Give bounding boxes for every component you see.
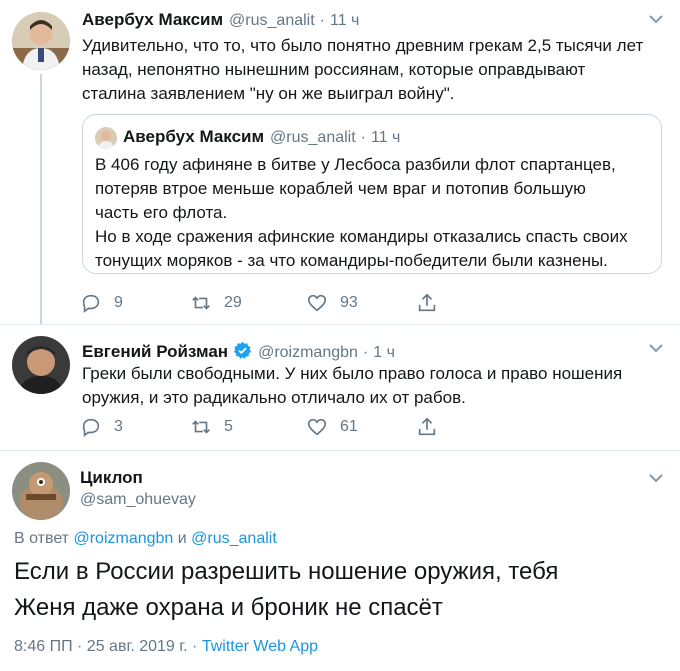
reply-icon — [82, 418, 100, 437]
author-name[interactable]: Евгений Ройзман — [82, 342, 228, 362]
reply-button[interactable]: 3 — [80, 416, 123, 438]
avatar-photo-icon — [95, 127, 117, 149]
retweet-icon — [192, 296, 210, 310]
thread-line-1 — [40, 74, 42, 324]
tweet1-header: Авербух Максим @rus_analit · 11 ч — [82, 10, 360, 30]
tweet3-text: Если в России разрешить ношение оружия, … — [14, 558, 559, 621]
author-handle[interactable]: @rus_analit — [229, 12, 315, 30]
author-handle[interactable]: @sam_ohuevay — [80, 491, 196, 509]
quote-author-handle: @rus_analit — [270, 129, 356, 146]
like-count: 93 — [340, 294, 358, 311]
heart-icon — [307, 418, 327, 436]
divider — [0, 324, 680, 325]
replying-to: В ответ @roizmangbn и @rus_analit — [14, 530, 277, 547]
source-app-link[interactable]: Twitter Web App — [202, 638, 318, 655]
avatar-tsiklop[interactable] — [12, 462, 70, 520]
retweet-count: 29 — [224, 294, 242, 311]
mention-link[interactable]: @rus_analit — [191, 530, 277, 547]
like-button[interactable]: 61 — [306, 416, 358, 438]
chevron-down-icon[interactable] — [648, 14, 664, 24]
divider — [0, 450, 680, 451]
tweet3-handle-row: @sam_ohuevay — [74, 491, 196, 509]
retweet-count: 5 — [224, 418, 233, 435]
reply-count: 3 — [114, 418, 123, 435]
quote-text: В 406 году афиняне в битве у Лесбоса раз… — [95, 155, 628, 270]
quote-author-name: Авербух Максим — [123, 127, 265, 146]
tweet3-meta: 8:46 ПП · 25 авг. 2019 г. · Twitter Web … — [14, 638, 318, 656]
share-button[interactable] — [416, 292, 438, 314]
author-name[interactable]: Авербух Максим — [82, 10, 223, 30]
retweet-button[interactable]: 5 — [190, 416, 233, 438]
quote-avatar — [95, 127, 117, 149]
avatar-photo-icon — [12, 462, 70, 520]
mention-link[interactable]: @roizmangbn — [73, 530, 173, 547]
reply-count: 9 — [114, 294, 123, 311]
reply-button[interactable]: 9 — [80, 292, 123, 314]
avatar-roizman[interactable] — [12, 336, 70, 394]
heart-icon — [307, 294, 327, 312]
retweet-button[interactable]: 29 — [190, 292, 242, 314]
like-count: 61 — [340, 418, 358, 435]
quote-header: Авербух Максим @rus_analit · 11 ч — [123, 127, 401, 146]
tweet3-header: Циклоп — [80, 468, 143, 488]
verified-badge-icon — [233, 341, 252, 359]
share-button[interactable] — [416, 416, 438, 438]
author-handle[interactable]: @roizmangbn — [258, 344, 358, 362]
chevron-down-icon[interactable] — [648, 473, 664, 483]
retweet-icon — [192, 420, 210, 434]
avatar-photo-icon — [12, 12, 70, 70]
tweet-time[interactable]: 11 ч — [330, 12, 359, 30]
quote-time: 11 ч — [371, 129, 401, 146]
avatar-photo-icon — [12, 336, 70, 394]
quoted-tweet[interactable]: Авербух Максим @rus_analit · 11 ч В 406 … — [82, 114, 662, 274]
like-button[interactable]: 93 — [306, 292, 358, 314]
reply-icon — [82, 294, 100, 313]
tweet2-text: Греки были свободными. У них было право … — [82, 364, 623, 407]
tweet2-header: Евгений Ройзман @roizmangbn · 1 ч — [82, 341, 395, 362]
tweet1-text: Удивительно, что то, что было понятно др… — [82, 36, 644, 103]
author-name[interactable]: Циклоп — [80, 468, 143, 488]
tweet-time[interactable]: 1 ч — [373, 344, 395, 362]
share-icon — [418, 293, 436, 312]
share-icon — [418, 417, 436, 436]
avatar-averbukh[interactable] — [12, 12, 70, 70]
timestamp[interactable]: 8:46 ПП · 25 авг. 2019 г. · — [14, 638, 197, 655]
chevron-down-icon[interactable] — [648, 343, 664, 353]
